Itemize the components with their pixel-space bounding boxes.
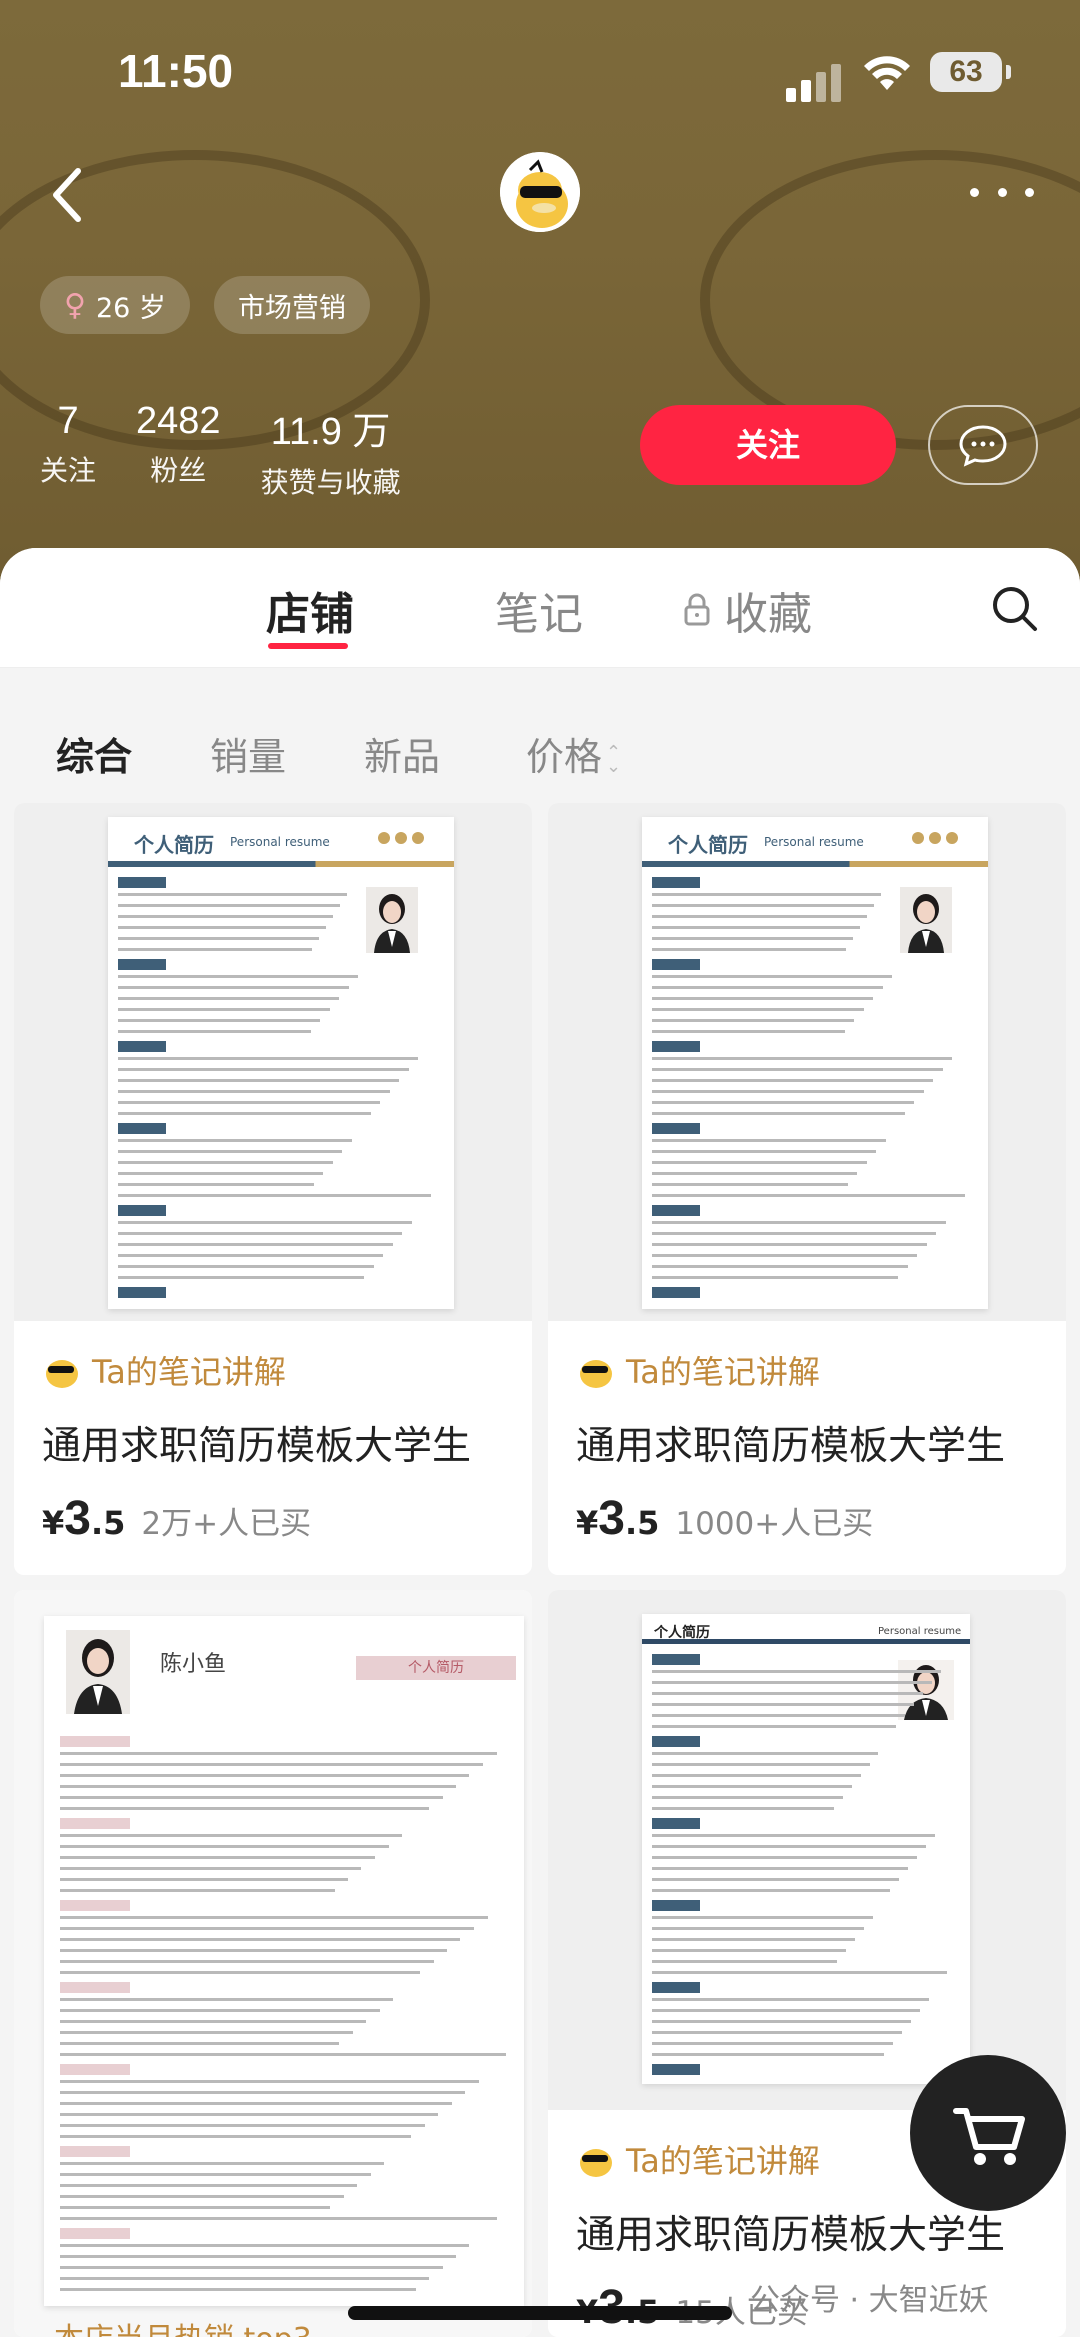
author-avatar-icon [580, 1360, 612, 1388]
product-meta: Ta的笔记讲解 通用求职简历模板大学生 ¥ 3 .5 1000+人已买 [548, 1321, 1066, 1546]
filter-overall[interactable]: 综合 [56, 726, 132, 781]
resume-photo [900, 887, 952, 953]
author-avatar-icon [46, 1360, 78, 1388]
stat-likes[interactable]: 11.9 万 获赞与收藏 [261, 400, 401, 501]
profile-tags: ♀ 26 岁 市场营销 [40, 276, 370, 334]
resume-header-en: Personal resume [878, 1626, 962, 1637]
product-card[interactable]: 个人简历 Personal resume Ta的笔记讲解 通用求职简历模板大学生… [548, 1590, 1066, 2337]
status-bar: 11:50 63 [0, 40, 1080, 110]
product-title: 通用求职简历模板大学生 [576, 2213, 1006, 2258]
price-integer: 3 [598, 1492, 625, 1545]
tab-indicator [268, 643, 348, 649]
tab-bar: 店铺 笔记 收藏 [0, 548, 1080, 668]
product-thumbnail: 个人简历 Personal resume [548, 1590, 1066, 2110]
filter-new[interactable]: 新品 [364, 726, 440, 781]
resume-header-cn: 个人简历 [654, 1625, 710, 1641]
sold-count: 2万+人已买 [141, 1506, 312, 1542]
resume-name: 陈小鱼 [160, 1652, 227, 1677]
filter-bar: 综合 销量 新品 价格 ⌃ ⌄ [0, 668, 1080, 798]
watermark: 公众号 · 大智近妖 [750, 2283, 989, 2318]
price-decimal: .5 [624, 1504, 660, 1542]
resume-preview: 个人简历 Personal resume [108, 817, 454, 1309]
author-name: Ta的笔记讲解 [626, 1353, 820, 1391]
follow-button[interactable]: 关注 [640, 405, 896, 485]
occupation-tag: 市场营销 [213, 276, 370, 334]
stat-label: 获赞与收藏 [260, 466, 401, 499]
product-thumbnail: 个人简历 Personal resume [548, 803, 1066, 1321]
filter-sales[interactable]: 销量 [210, 726, 286, 781]
product-card[interactable]: 陈小鱼 个人简历 本店当月热销 top3 [14, 1590, 532, 2337]
sort-arrows-icon: ⌃ ⌄ [606, 741, 622, 777]
product-thumbnail: 陈小鱼 个人简历 [14, 1590, 532, 2337]
lock-icon [684, 593, 710, 626]
stat-value: 2482 [136, 400, 221, 442]
resume-photo [898, 1660, 954, 1720]
author-row: Ta的笔记讲解 [576, 1347, 1036, 1393]
home-indicator[interactable] [348, 2306, 732, 2320]
message-button[interactable] [928, 405, 1038, 485]
status-time: 11:50 [118, 45, 234, 97]
resume-photo [366, 887, 418, 953]
resume-header-cn: 个人简历 [134, 833, 214, 857]
stat-value: 7 [57, 400, 79, 442]
age-label: 26 岁 [95, 292, 166, 324]
resume-photo [66, 1630, 130, 1714]
price-row: ¥ 3 .5 1000+人已买 [576, 1491, 1036, 1546]
chat-icon [959, 425, 1007, 467]
avatar[interactable] [500, 152, 580, 232]
product-card[interactable]: 个人简历 Personal resume Ta的笔记讲解 通用求职简历模板大学生… [14, 803, 532, 1575]
resume-preview: 陈小鱼 个人简历 [44, 1616, 524, 2306]
stat-following[interactable]: 7 关注 [40, 400, 96, 501]
back-icon[interactable] [48, 165, 88, 225]
stat-followers[interactable]: 2482 粉丝 [136, 400, 221, 501]
stat-value: 11.9 万 [270, 411, 391, 453]
signal-icon [786, 62, 842, 102]
price-currency: ¥ [576, 1504, 599, 1542]
search-icon[interactable] [990, 584, 1040, 634]
tab-collections[interactable]: 收藏 [724, 578, 812, 642]
product-card[interactable]: 个人简历 Personal resume Ta的笔记讲解 通用求职简历模板大学生… [548, 803, 1066, 1575]
product-title: 通用求职简历模板大学生 [42, 1424, 472, 1469]
product-meta: Ta的笔记讲解 通用求职简历模板大学生 ¥ 3 .5 2万+人已买 [14, 1321, 532, 1546]
price-decimal: .5 [90, 1504, 126, 1542]
tab-shop[interactable]: 店铺 [266, 578, 354, 642]
product-thumbnail: 个人简历 Personal resume [14, 803, 532, 1321]
profile-stats: 7 关注 2482 粉丝 11.9 万 获赞与收藏 [40, 400, 441, 501]
filter-price[interactable]: 价格 ⌃ ⌄ [526, 726, 621, 781]
cart-button[interactable] [910, 2055, 1066, 2211]
resume-tag: 个人简历 [356, 1656, 516, 1680]
price-integer: 3 [64, 1492, 91, 1545]
stat-label: 粉丝 [150, 454, 207, 487]
stat-label: 关注 [40, 454, 97, 487]
female-icon: ♀ [64, 287, 86, 323]
filter-price-label: 价格 [526, 735, 603, 779]
resume-preview: 个人简历 Personal resume [642, 817, 988, 1309]
sold-count: 1000+人已买 [675, 1506, 874, 1542]
product-title: 通用求职简历模板大学生 [576, 1424, 1006, 1469]
resume-header-en: Personal resume [764, 835, 864, 849]
profile-header: 11:50 63 ♀ 26 岁 市场营销 7 关注 2482 粉丝 11.9 万… [0, 0, 1080, 600]
author-name: Ta的笔记讲解 [626, 2142, 820, 2180]
cart-icon [953, 2108, 1025, 2165]
author-name: Ta的笔记讲解 [92, 1353, 286, 1391]
battery-icon: 63 [930, 52, 1011, 92]
resume-preview: 个人简历 Personal resume [642, 1614, 970, 2084]
tab-notes[interactable]: 笔记 [495, 578, 583, 642]
age-tag: ♀ 26 岁 [40, 276, 190, 334]
resume-header-cn: 个人简历 [668, 833, 748, 857]
wifi-icon [864, 56, 910, 90]
more-options-icon[interactable] [970, 188, 1034, 202]
hot-sales-banner[interactable]: 本店当月热销 top3 [54, 2314, 312, 2337]
author-avatar-icon [580, 2149, 612, 2177]
price-row: ¥ 3 .5 2万+人已买 [42, 1491, 502, 1546]
author-row: Ta的笔记讲解 [42, 1347, 502, 1393]
occupation-label: 市场营销 [237, 292, 346, 324]
resume-header-en: Personal resume [230, 835, 330, 849]
price-currency: ¥ [42, 1504, 65, 1542]
